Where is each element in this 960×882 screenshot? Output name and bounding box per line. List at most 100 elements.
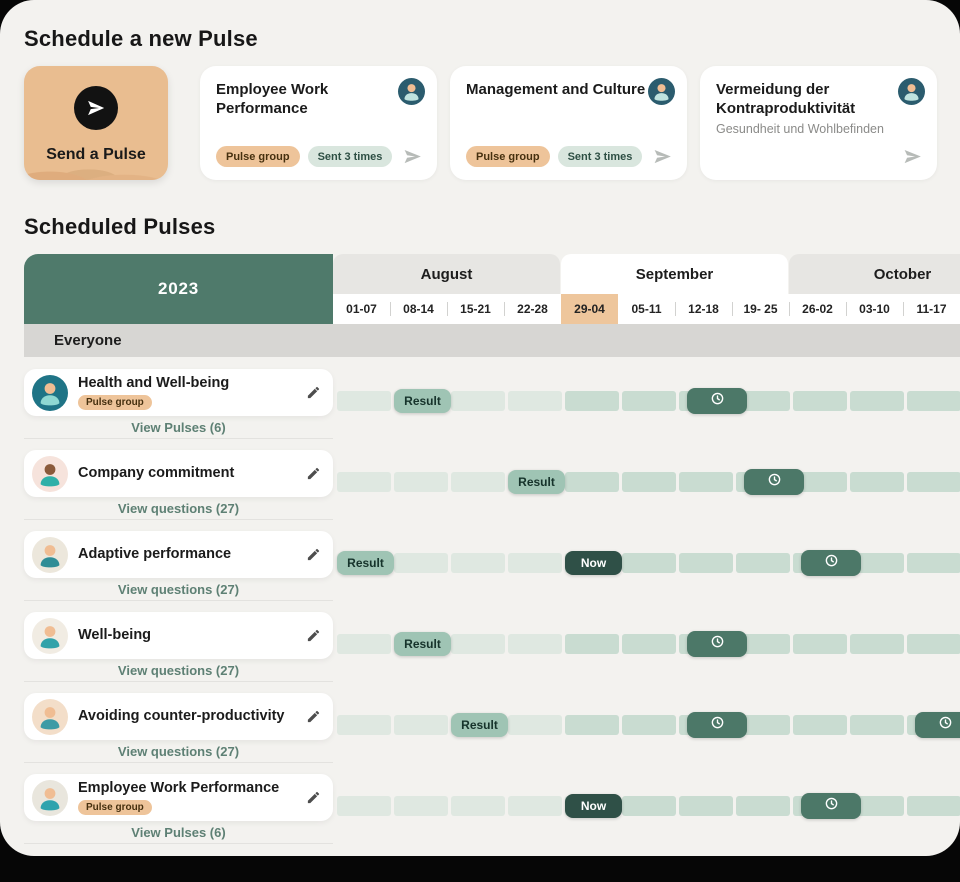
edit-pencil-icon[interactable]: [306, 628, 321, 643]
pulse-name: Avoiding counter-productivity: [78, 708, 298, 725]
track-cell: [337, 796, 391, 816]
track-cell: [337, 391, 391, 411]
avatar: [32, 456, 68, 492]
page-title: Schedule a new Pulse: [24, 26, 960, 52]
result-chip[interactable]: Result: [337, 551, 394, 575]
now-chip[interactable]: Now: [565, 794, 622, 818]
pulse-card[interactable]: Well-being: [24, 612, 333, 659]
track-cell: [337, 472, 391, 492]
track-cell: [337, 634, 391, 654]
edit-pencil-icon[interactable]: [306, 466, 321, 481]
pulse-name: Health and Well-being: [78, 375, 298, 392]
track-cell: [451, 391, 505, 411]
scheduled-clock-chip[interactable]: [801, 793, 861, 819]
sent-count-badge: Sent 3 times: [308, 146, 393, 167]
week-header-cell: 01-07: [333, 294, 390, 324]
track-cell: [907, 634, 960, 654]
send-pulse-icon[interactable]: [652, 146, 673, 167]
result-chip[interactable]: Result: [451, 713, 508, 737]
scheduled-clock-chip[interactable]: [687, 631, 747, 657]
clock-icon: [767, 472, 782, 492]
edit-pencil-icon[interactable]: [306, 790, 321, 805]
scheduled-clock-chip[interactable]: [687, 712, 747, 738]
pulse-template-card[interactable]: Employee Work Performance Pulse groupSen…: [200, 66, 437, 180]
track-cell: [907, 391, 960, 411]
group-row-everyone[interactable]: Everyone: [24, 324, 960, 357]
pulse-card[interactable]: Company commitment: [24, 450, 333, 497]
pulse-track: Result: [333, 438, 960, 519]
view-link[interactable]: View questions (27): [24, 663, 333, 678]
track-cell: [850, 715, 904, 735]
send-pulse-icon[interactable]: [402, 146, 423, 167]
track-cell: [508, 715, 562, 735]
group-label: Everyone: [54, 332, 122, 349]
result-chip[interactable]: Result: [394, 389, 451, 413]
track-cell: [394, 472, 448, 492]
pulse-template-meta: Pulse group Sent 3 times: [466, 146, 673, 167]
pulse-card[interactable]: Adaptive performance: [24, 531, 333, 578]
week-header-cell: 12-18: [675, 294, 732, 324]
track-cell: [451, 634, 505, 654]
sent-count-badge: Sent 3 times: [558, 146, 643, 167]
view-link[interactable]: View questions (27): [24, 744, 333, 759]
avatar: [398, 78, 425, 105]
pulse-row-left: Health and Well-being Pulse group View P…: [24, 357, 333, 439]
track-cell: [907, 553, 960, 573]
avatar: [898, 78, 925, 105]
pulse-template-title: Management and Culture: [466, 80, 648, 99]
week-header-cell: 22-28: [504, 294, 561, 324]
track-cell: [622, 796, 676, 816]
month-header-september: September: [561, 254, 788, 294]
app-panel: Schedule a new Pulse Send a Pulse Employ…: [0, 0, 960, 856]
pulse-card[interactable]: Employee Work Performance Pulse group: [24, 774, 333, 821]
now-chip[interactable]: Now: [565, 551, 622, 575]
pulse-card[interactable]: Avoiding counter-productivity: [24, 693, 333, 740]
track-cell: [565, 391, 619, 411]
view-link[interactable]: View questions (27): [24, 582, 333, 597]
pulse-track: Result: [333, 357, 960, 438]
scheduled-clock-chip[interactable]: [744, 469, 804, 495]
scheduled-clock-chip[interactable]: [801, 550, 861, 576]
track-cell: [508, 391, 562, 411]
track-cell: [622, 715, 676, 735]
pulse-card[interactable]: Health and Well-being Pulse group: [24, 369, 333, 416]
view-link[interactable]: View Pulses (6): [24, 825, 333, 840]
send-pulse-card[interactable]: Send a Pulse: [24, 66, 168, 180]
pulse-templates-row: Send a Pulse Employee Work Performance P…: [24, 66, 960, 180]
send-pulse-label: Send a Pulse: [24, 146, 168, 164]
scheduled-clock-chip[interactable]: [687, 388, 747, 414]
avatar: [32, 537, 68, 573]
view-link[interactable]: View Pulses (6): [24, 420, 333, 435]
track-cell: [508, 553, 562, 573]
pulse-meta: Company commitment: [78, 465, 298, 482]
pulse-group-badge: Pulse group: [216, 146, 300, 167]
track-cell: [907, 796, 960, 816]
pulse-row-left: Avoiding counter-productivity View quest…: [24, 681, 333, 763]
edit-pencil-icon[interactable]: [306, 709, 321, 724]
pulse-track: Now: [333, 762, 960, 843]
pulse-template-card[interactable]: Management and Culture Pulse group Sent 3…: [450, 66, 687, 180]
pulse-group-badge: Pulse group: [78, 800, 152, 815]
pulse-row-left: Company commitment View questions (27): [24, 438, 333, 520]
track-cell: [793, 715, 847, 735]
week-header-cell: 29-04: [561, 294, 618, 324]
avatar: [648, 78, 675, 105]
edit-pencil-icon[interactable]: [306, 547, 321, 562]
pulse-template-title: Vermeidung der Kontraproduktivität: [716, 80, 898, 118]
track-cell: [679, 553, 733, 573]
pulse-group-badge: Pulse group: [466, 146, 550, 167]
result-chip[interactable]: Result: [508, 470, 565, 494]
paper-plane-icon: [74, 86, 118, 130]
scheduled-clock-chip[interactable]: [915, 712, 960, 738]
track-cell: [508, 796, 562, 816]
view-link[interactable]: View questions (27): [24, 501, 333, 516]
send-pulse-icon[interactable]: [902, 146, 923, 167]
track-cell: [850, 391, 904, 411]
pulse-template-card[interactable]: Vermeidung der Kontraproduktivität Gesun…: [700, 66, 937, 180]
result-chip[interactable]: Result: [394, 632, 451, 656]
week-header-cell: 05-11: [618, 294, 675, 324]
edit-pencil-icon[interactable]: [306, 385, 321, 400]
week-header-row: 01-0708-1415-2122-2829-0405-1112-1819- 2…: [333, 294, 960, 324]
scheduled-pulses-title: Scheduled Pulses: [24, 214, 960, 240]
track-cell: [622, 553, 676, 573]
